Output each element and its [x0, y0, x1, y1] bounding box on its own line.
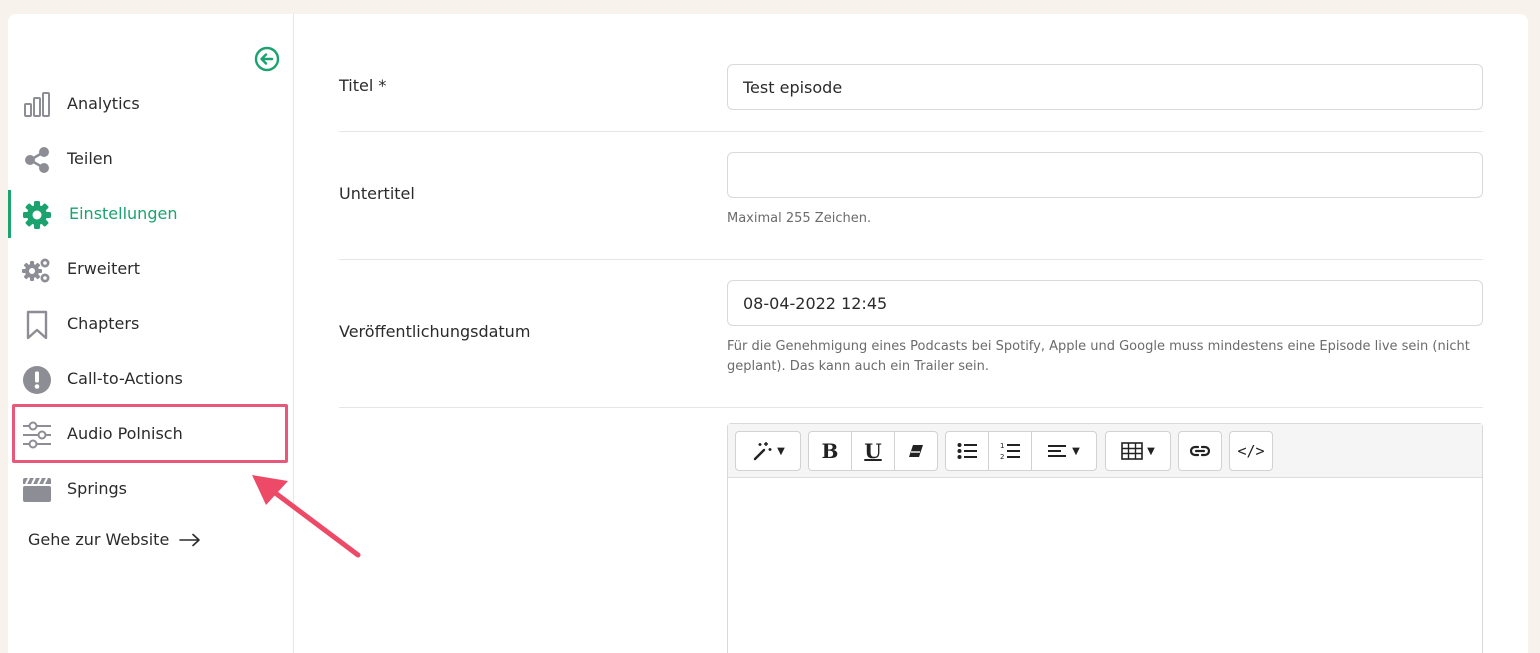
gears-icon [22, 255, 52, 285]
align-dropdown-button[interactable]: ▼ [1031, 431, 1097, 471]
link-button[interactable] [1178, 431, 1222, 471]
bar-chart-icon [22, 90, 52, 120]
sidebar-item-erweitert[interactable]: Erweitert [8, 245, 294, 293]
title-input[interactable] [727, 64, 1483, 110]
divider [339, 407, 1483, 408]
share-icon [22, 145, 52, 175]
align-left-icon [1048, 445, 1067, 457]
subtitle-input[interactable] [727, 152, 1483, 198]
arrow-right-icon [179, 533, 201, 546]
gear-icon [22, 200, 52, 230]
bullet-list-button[interactable] [945, 431, 989, 471]
website-link-label: Gehe zur Website [28, 530, 170, 549]
sidebar-item-label: Analytics [67, 94, 140, 113]
website-link[interactable]: Gehe zur Website [28, 530, 201, 549]
editor-toolbar: ▼ B U 1 2 ▼ ▼ </> [728, 424, 1482, 478]
bookmark-icon [22, 310, 52, 340]
publish-date-help-text: Für die Genehmigung eines Podcasts bei S… [727, 339, 1470, 374]
annotation-arrow-icon [252, 475, 361, 558]
magic-wand-icon [753, 442, 772, 461]
highlight-box [12, 404, 288, 463]
svg-text:1: 1 [1000, 442, 1004, 450]
editor-content-area[interactable] [728, 478, 1482, 653]
publish-date-label: Veröffentlichungsdatum [339, 322, 531, 341]
sidebar-item-teilen[interactable]: Teilen [8, 135, 294, 183]
eraser-icon [909, 445, 923, 457]
exclamation-icon [22, 365, 52, 395]
ordered-list-button[interactable]: 12 [988, 431, 1032, 471]
sidebar-item-label: Erweitert [67, 259, 141, 278]
sidebar-item-label: Teilen [67, 149, 113, 168]
divider [339, 131, 1483, 132]
caret-down-icon: ▼ [1147, 445, 1155, 457]
sidebar-item-chapters[interactable]: Chapters [8, 300, 294, 348]
table-button[interactable]: ▼ [1105, 431, 1171, 471]
arrow-left-circle-icon [254, 46, 280, 72]
magic-style-button[interactable]: ▼ [735, 431, 801, 471]
sidebar-item-einstellungen[interactable]: Einstellungen [8, 190, 294, 238]
underline-button[interactable]: U [851, 431, 895, 471]
sidebar-item-label: Chapters [67, 314, 140, 333]
caret-down-icon: ▼ [1072, 445, 1080, 457]
code-view-button[interactable]: </> [1229, 431, 1273, 471]
sidebar-item-call-to-actions[interactable]: Call-to-Actions [8, 355, 294, 403]
table-icon [1121, 442, 1143, 460]
divider [339, 259, 1483, 260]
publish-date-input[interactable] [727, 280, 1483, 326]
sidebar-item-analytics[interactable]: Analytics [8, 80, 294, 128]
subtitle-label: Untertitel [339, 184, 415, 203]
rich-text-editor: ▼ B U 1 2 ▼ ▼ </> [727, 423, 1483, 653]
clear-format-button[interactable] [894, 431, 938, 471]
subtitle-help-text: Maximal 255 Zeichen. [727, 211, 872, 226]
main-card: Analytics Teilen Einstellungen Erweitert… [8, 14, 1528, 653]
caret-down-icon: ▼ [777, 445, 785, 457]
sidebar-item-label: Call-to-Actions [67, 369, 183, 388]
clapperboard-icon [22, 475, 52, 505]
collapse-sidebar-button[interactable] [254, 46, 280, 72]
title-label: Titel * [339, 76, 387, 95]
list-ol-icon: 12 [1000, 442, 1020, 461]
sidebar-item-label: Einstellungen [69, 204, 178, 223]
svg-text:2: 2 [1000, 453, 1004, 461]
link-icon [1189, 445, 1211, 457]
bold-button[interactable]: B [808, 431, 852, 471]
list-ul-icon [957, 443, 977, 459]
sidebar-item-label: Springs [67, 479, 127, 498]
